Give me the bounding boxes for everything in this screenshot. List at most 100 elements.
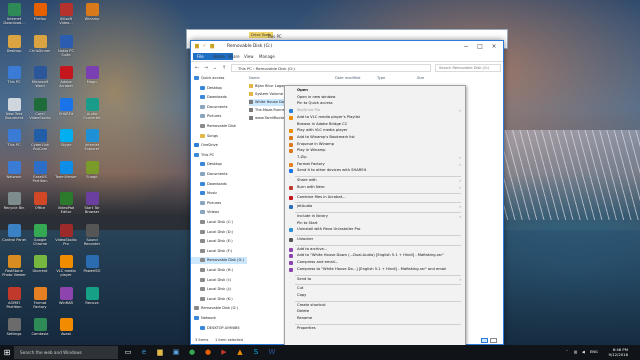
context-menu-item[interactable]: Add to Winamp's Bookmark list — [285, 135, 465, 141]
desktop-shortcut[interactable]: Settings — [2, 317, 26, 345]
task-view-icon[interactable]: ▭ — [122, 347, 134, 358]
context-menu-item[interactable]: SkyDrive Pro › — [285, 108, 465, 114]
search-input[interactable]: Search Removable Disk (G:) — [435, 64, 501, 72]
context-menu-item[interactable]: Pin to Start — [285, 221, 465, 227]
nav-item[interactable]: Pictures — [191, 200, 247, 207]
desktop-shortcut[interactable]: PowerISO — [80, 254, 104, 282]
context-menu-item[interactable]: Add to VLC media player's Playlist — [285, 115, 465, 121]
nav-item[interactable]: Local Disk (J:) — [191, 286, 247, 293]
file-row[interactable]: White House Down — [249, 99, 289, 106]
nav-item[interactable]: Removable Disk (G:) — [191, 257, 247, 265]
column-header[interactable]: Name — [249, 76, 260, 80]
vlc-icon[interactable]: ▲ — [234, 347, 246, 358]
nav-item[interactable]: Desktop — [191, 85, 247, 92]
desktop-shortcut[interactable]: Format Factory — [28, 286, 52, 314]
desktop-shortcut[interactable]: CyberLink YouCam — [28, 128, 52, 156]
column-header[interactable]: Size — [417, 76, 424, 80]
desktop-shortcut[interactable]: FastStone Photo Viewer — [2, 254, 26, 282]
nav-item[interactable]: Local Disk (I:) — [191, 277, 247, 284]
nav-item[interactable]: Songs — [191, 133, 247, 140]
desktop-shortcut[interactable]: Utorrent — [28, 254, 52, 282]
nav-item[interactable]: Removable Disk — [191, 123, 247, 130]
close-button[interactable]: × — [487, 42, 501, 51]
context-menu-item[interactable]: Cut — [285, 286, 465, 292]
context-menu-item[interactable]: Play in Winamp — [285, 148, 465, 154]
file-row[interactable]: System Volume Information — [249, 91, 289, 98]
context-menu-item[interactable]: Create shortcut — [285, 303, 465, 309]
desktop-shortcut[interactable]: Magic — [80, 65, 104, 93]
desktop-shortcut[interactable]: Network — [2, 160, 26, 188]
desktop-shortcut[interactable]: EaseUS Partition — [28, 160, 52, 188]
network-tray-icon[interactable]: ▥ — [574, 350, 577, 354]
desktop-shortcut[interactable]: Snagit — [80, 160, 104, 188]
nav-item[interactable]: Documents — [191, 171, 247, 178]
desktop-shortcut[interactable]: Office — [28, 191, 52, 219]
nav-item[interactable]: Downloads — [191, 181, 247, 188]
desktop-shortcut[interactable]: Control Panel — [2, 223, 26, 251]
desktop-shortcut[interactable]: Recuva — [80, 286, 104, 314]
desktop-shortcut[interactable]: Skype — [54, 128, 78, 156]
nav-item[interactable]: Local Disk (H:) — [191, 267, 247, 274]
nav-item[interactable]: Downloads — [191, 94, 247, 101]
context-menu-item[interactable]: Play with VLC media player — [285, 128, 465, 134]
forward-arrow-icon[interactable]: → — [202, 64, 210, 72]
store-icon[interactable]: ▣ — [170, 347, 182, 358]
desktop-shortcut[interactable]: Nokia PC Suite — [54, 34, 78, 62]
video-app-icon[interactable]: ▶ — [218, 347, 230, 358]
desktop-shortcut[interactable]: Recycle Bin — [2, 191, 26, 219]
skype-icon[interactable]: S — [250, 347, 262, 358]
context-menu-item[interactable]: jetAudio › — [285, 204, 465, 210]
desktop-shortcut[interactable]: AOMEI Partition — [2, 286, 26, 314]
nav-item[interactable]: Desktop — [191, 161, 247, 168]
context-menu-item[interactable]: Browse in Adobe Bridge CC — [285, 122, 465, 128]
nav-item[interactable]: Network — [191, 315, 247, 322]
context-menu-item[interactable]: Open — [285, 88, 465, 94]
desktop-shortcut[interactable]: Microsoft Word — [28, 65, 52, 93]
context-menu-item[interactable]: Add to "White House Down (...Dual-Audio)… — [285, 253, 465, 259]
file-row[interactable]: The.Maze.Runner — [249, 107, 289, 114]
desktop-shortcut[interactable]: Internet Explorer — [80, 128, 104, 156]
ribbon-tab[interactable]: Manage — [255, 53, 279, 61]
desktop-shortcut[interactable]: VideoStudio Pro — [54, 223, 78, 251]
quick-access-toolbar-icon[interactable]: ▆ ✓ ▆ — [195, 43, 215, 49]
desktop-shortcut[interactable]: SHAREit — [54, 97, 78, 125]
nav-item[interactable]: DESKTOP-UIHNIB5 — [191, 325, 247, 332]
context-menu-item[interactable]: Enqueue in Winamp — [285, 142, 465, 148]
context-menu-item[interactable]: Format Factory › — [285, 162, 465, 168]
desktop-shortcut[interactable]: Internet Download... — [2, 2, 26, 30]
clock[interactable]: 6:46 PM 9/12/2016 — [609, 347, 628, 357]
column-header[interactable]: Date modified — [335, 76, 360, 80]
context-menu-item[interactable]: Send it to other devices with SHAREit — [285, 168, 465, 174]
maximize-button[interactable]: □ — [473, 42, 487, 51]
back-arrow-icon[interactable]: ← — [193, 64, 201, 72]
desktop-shortcut[interactable]: Camtasia — [28, 317, 52, 345]
nav-item[interactable]: This PC — [191, 152, 247, 159]
desktop-shortcut[interactable]: Xilisoft Video... — [54, 2, 78, 30]
desktop-shortcut[interactable]: Corel VideoStudio — [28, 97, 52, 125]
desktop-shortcut[interactable]: Sound Recorder — [80, 223, 104, 251]
desktop-shortcut[interactable]: VideoPad Editor — [54, 191, 78, 219]
desktop-shortcut[interactable]: Winamp — [80, 2, 104, 30]
context-menu-item[interactable]: Uninstall with Revo Uninstaller Pro — [285, 227, 465, 233]
desktop-shortcut[interactable]: New Text Document — [2, 97, 26, 125]
context-menu-item[interactable]: Combine files in Acrobat... — [285, 195, 465, 201]
file-explorer-icon[interactable]: ▆ — [154, 347, 166, 358]
desktop-shortcut[interactable]: Google Chrome — [28, 223, 52, 251]
desktop-shortcut[interactable]: WinRAR — [54, 286, 78, 314]
minimize-button[interactable]: − — [459, 42, 473, 51]
context-menu-item[interactable]: Compress and email... — [285, 260, 465, 266]
context-menu-item[interactable]: Add to archive... — [285, 247, 465, 253]
context-menu-item[interactable]: Open in new window — [285, 95, 465, 101]
desktop-shortcut[interactable]: Desktop — [2, 34, 26, 62]
nav-item[interactable]: Pictures — [191, 113, 247, 120]
nav-item[interactable]: Music — [191, 190, 247, 197]
nav-item[interactable]: Quick access — [191, 75, 247, 82]
desktop-shortcut[interactable]: Avast — [54, 317, 78, 345]
context-menu-item[interactable]: Delete — [285, 309, 465, 315]
firefox-icon[interactable]: ● — [202, 347, 214, 358]
context-menu-item[interactable]: Pin to Quick access — [285, 101, 465, 107]
nav-item[interactable]: Local Disk (C:) — [191, 219, 247, 226]
desktop-shortcut[interactable]: Adobe Acrobat — [54, 65, 78, 93]
nav-item[interactable]: Local Disk (D:) — [191, 229, 247, 236]
nav-item[interactable]: Removable Disk (G:) — [191, 305, 247, 312]
